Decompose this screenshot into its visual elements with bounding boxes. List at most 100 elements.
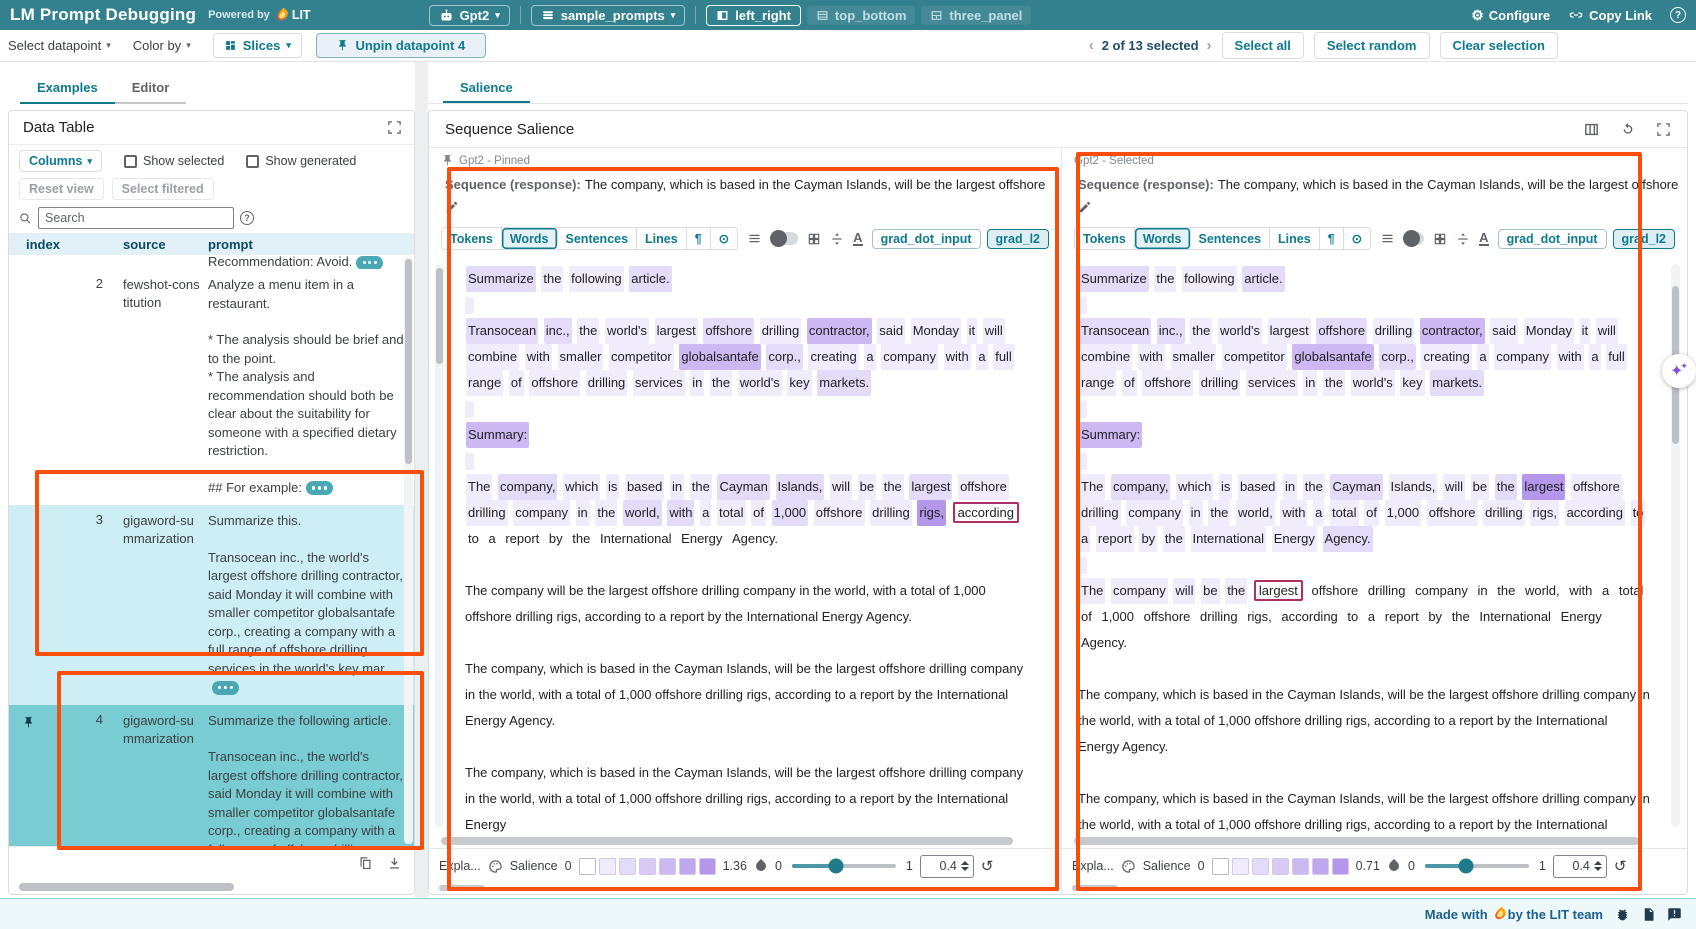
salience-token[interactable]: Energy [679,526,724,552]
layout-button-three-panel[interactable]: three_panel [921,6,1031,25]
blank-token[interactable] [465,557,474,574]
salience-token[interactable]: largest [909,474,952,500]
salience-token[interactable]: said [877,318,905,344]
ellipsis-chip[interactable] [356,256,383,269]
document-icon[interactable] [1641,907,1656,922]
salience-token[interactable]: be [1471,474,1489,500]
salience-token[interactable]: offshore [1142,604,1193,630]
method-chip-grad_dot_input[interactable]: grad_dot_input [1498,229,1607,249]
tab-editor[interactable]: Editor [115,74,187,104]
vertical-align-icon[interactable] [1456,232,1470,246]
select-all-button[interactable]: Select all [1222,32,1304,59]
salience-token[interactable]: largest [655,318,698,344]
salience-token[interactable]: the [1495,578,1517,604]
reset-icon[interactable]: ↺ [1614,859,1627,874]
scrollbar-thumb[interactable] [1074,837,1639,845]
salience-token[interactable]: the [1154,266,1176,292]
salience-token[interactable]: based [625,474,664,500]
salience-token[interactable]: largest [1522,474,1565,500]
salience-token[interactable]: inc., [1157,318,1185,344]
salience-token[interactable]: report [1096,526,1134,552]
ellipsis-chip[interactable] [306,481,333,495]
salience-token[interactable]: a [700,500,711,526]
salience-token[interactable]: Agency. [1323,526,1373,552]
edit-pencil-icon[interactable] [1078,200,1092,214]
salience-token[interactable]: world, [1523,578,1562,604]
salience-token[interactable]: the [690,474,712,500]
salience-token[interactable]: the [1163,526,1185,552]
salience-token[interactable]: a [1600,578,1611,604]
blank-token[interactable] [1078,765,1087,782]
salience-token[interactable]: services [633,370,685,396]
salience-token[interactable]: drilling [1199,370,1241,396]
salience-token[interactable]: world's [1351,370,1395,396]
dataset-select[interactable]: sample_prompts ▾ [531,5,686,26]
salience-token[interactable]: contractor, [1420,318,1485,344]
salience-token[interactable]: the [710,370,732,396]
salience-token[interactable]: offshore [1310,578,1361,604]
salience-token[interactable]: world, [1236,500,1275,526]
salience-token[interactable]: with [667,500,694,526]
scrollbar-thumb[interactable] [441,837,1013,845]
salience-token[interactable]: it [1580,318,1591,344]
salience-token[interactable]: with [1138,344,1165,370]
method-chip-grad_dot_input[interactable]: grad_dot_input [872,229,981,249]
help-icon[interactable]: ? [1670,7,1686,23]
salience-token[interactable]: to [1345,604,1360,630]
scrollbar-thumb[interactable] [405,259,412,464]
salience-token[interactable]: article. [629,266,671,292]
salience-token[interactable]: The [1079,474,1105,500]
salience-token[interactable]: a [1079,526,1090,552]
salience-token[interactable]: markets. [817,370,871,396]
salience-token[interactable]: total [1330,500,1359,526]
blank-token[interactable] [465,297,474,314]
salience-token[interactable]: in [1283,474,1297,500]
salience-token[interactable]: be [858,474,876,500]
density-icon[interactable] [747,231,762,246]
salience-token[interactable]: drilling [760,318,802,344]
palette-icon[interactable] [1121,859,1136,874]
granularity-button-lines[interactable]: Lines [1270,228,1320,249]
salience-token[interactable]: company [881,344,938,370]
salience-token[interactable]: offshore [1142,370,1193,396]
salience-token[interactable]: with [944,344,971,370]
sync-icon[interactable] [1620,121,1636,138]
salience-token[interactable]: the [1208,500,1230,526]
salience-token[interactable]: International [1477,604,1553,630]
special-tokens-toggle-button[interactable]: ⊙ [1344,228,1370,249]
salience-token[interactable]: offshore [703,318,754,344]
salience-token[interactable]: report [503,526,541,552]
salience-token[interactable]: competitor [609,344,674,370]
salience-token[interactable]: the [882,474,904,500]
salience-token[interactable]: company [1126,500,1183,526]
gamma-slider[interactable] [1425,864,1529,868]
blank-token[interactable] [1078,557,1087,574]
salience-token[interactable]: according [1565,500,1625,526]
salience-token[interactable]: International [1191,526,1267,552]
layout-button-top-bottom[interactable]: top_bottom [807,6,915,25]
table-row[interactable]: 3gigaword-summarizationSummarize this.Tr… [9,505,414,705]
font-icon[interactable]: A [1479,231,1488,246]
salience-token[interactable]: Energy [1272,526,1317,552]
salience-token[interactable]: drilling [1483,500,1525,526]
salience-token[interactable]: contractor, [807,318,872,344]
salience-token[interactable]: Cayman [1330,474,1382,500]
salience-token[interactable]: offshore [958,474,1009,500]
scrollbar-thumb[interactable] [436,268,443,364]
salience-token[interactable]: inc., [544,318,572,344]
granularity-button-words[interactable]: Words [1135,228,1191,249]
salience-token[interactable]: world, [623,500,662,526]
font-icon[interactable]: A [853,231,862,246]
salience-token[interactable]: company [1111,578,1168,604]
expand-icon[interactable] [387,120,402,135]
gamma-slider[interactable] [792,864,896,868]
salience-token[interactable]: offshore [1316,318,1367,344]
unpin-datapoint-button[interactable]: Unpin datapoint 4 [316,33,486,58]
salience-toggle-switch[interactable] [1404,232,1424,245]
salience-token[interactable]: The [1079,578,1105,604]
salience-token[interactable]: with [1567,578,1594,604]
vertical-align-icon[interactable] [830,232,844,246]
salience-token[interactable]: of [509,370,524,396]
salience-token[interactable]: key [787,370,811,396]
blank-token[interactable] [1078,401,1087,418]
